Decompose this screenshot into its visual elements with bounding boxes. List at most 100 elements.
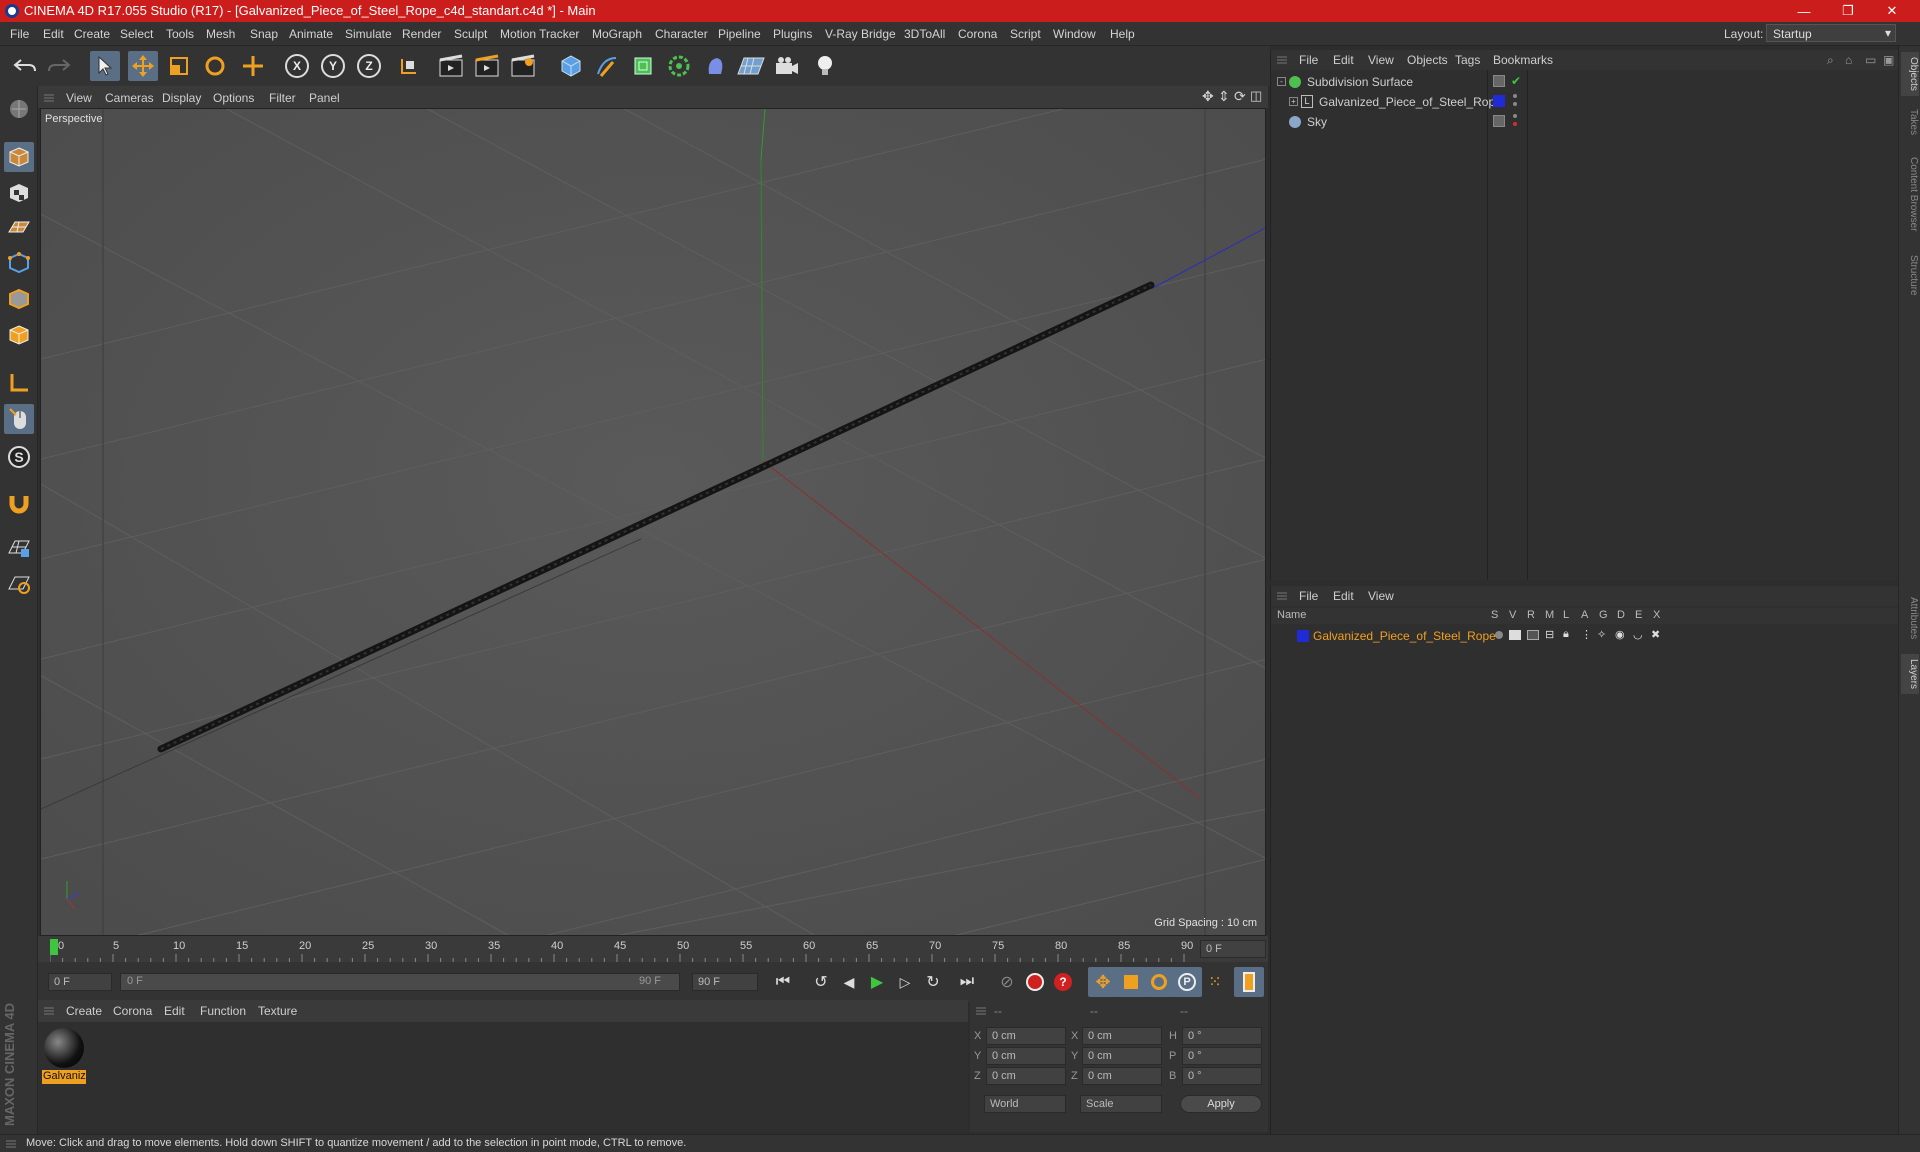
menu-mograph[interactable]: MoGraph <box>592 27 642 41</box>
next-frame-button[interactable]: ▷ <box>890 967 920 997</box>
view-eye-icon[interactable] <box>1509 630 1521 640</box>
rotation-h-field[interactable]: 0 ° <box>1182 1027 1262 1045</box>
new-view-icon[interactable]: ▭ <box>1865 53 1876 67</box>
lm-menu-edit[interactable]: Edit <box>1333 589 1354 603</box>
col-expressions[interactable]: E <box>1635 609 1642 621</box>
menu-character[interactable]: Character <box>655 27 708 41</box>
vp-menu-view[interactable]: View <box>66 91 92 105</box>
menu-file[interactable]: File <box>10 27 29 41</box>
menu-select[interactable]: Select <box>120 27 153 41</box>
om-menu-bookmarks[interactable]: Bookmarks <box>1493 53 1553 67</box>
mat-menu-function[interactable]: Function <box>200 1004 246 1018</box>
menu-create[interactable]: Create <box>74 27 110 41</box>
deformer-icon[interactable]: ◉ <box>1615 628 1625 641</box>
edges-mode-button[interactable] <box>4 284 34 314</box>
render-dot-icon[interactable] <box>1513 102 1517 106</box>
menu-sculpt[interactable]: Sculpt <box>454 27 487 41</box>
add-spline-button[interactable] <box>592 51 622 81</box>
tab-content-browser[interactable]: Content Browser <box>1901 146 1919 242</box>
enabled-check-icon[interactable]: ✔ <box>1511 74 1521 88</box>
visibility-dot-icon[interactable] <box>1513 114 1517 118</box>
animation-icon[interactable]: ⋮ <box>1581 628 1592 641</box>
mat-menu-edit[interactable]: Edit <box>164 1004 185 1018</box>
close-button[interactable]: ✕ <box>1870 0 1914 22</box>
layer-toggle-icon[interactable] <box>1493 75 1505 87</box>
playhead-marker[interactable] <box>50 939 58 955</box>
layer-toggle-icon[interactable] <box>1493 115 1505 127</box>
add-environment-button[interactable] <box>736 51 766 81</box>
key-rotation-button[interactable] <box>1144 967 1174 997</box>
texture-mode-button[interactable] <box>4 178 34 208</box>
menu-motion-tracker[interactable]: Motion Tracker <box>500 27 579 41</box>
menu-window[interactable]: Window <box>1053 27 1096 41</box>
om-menu-tags[interactable]: Tags <box>1455 53 1480 67</box>
layer-color-swatch[interactable] <box>1297 630 1309 642</box>
move-tool-button[interactable] <box>128 51 158 81</box>
size-z-field[interactable]: 0 cm <box>1082 1067 1162 1085</box>
solo-dot-icon[interactable] <box>1495 631 1503 639</box>
menu-mesh[interactable]: Mesh <box>206 27 235 41</box>
expand-toggle-icon[interactable]: + <box>1289 97 1298 106</box>
grid-rotate-button[interactable] <box>4 568 34 598</box>
current-frame-field[interactable]: 0 F <box>1200 940 1266 958</box>
vp-menu-options[interactable]: Options <box>213 91 254 105</box>
menu-script[interactable]: Script <box>1010 27 1041 41</box>
menu-plugins[interactable]: Plugins <box>773 27 812 41</box>
key-position-button[interactable]: ✥ <box>1088 967 1118 997</box>
rotate-tool-button[interactable] <box>200 51 230 81</box>
vp-menu-panel[interactable]: Panel <box>309 91 340 105</box>
snap-button[interactable]: S <box>4 442 34 472</box>
menu-pipeline[interactable]: Pipeline <box>718 27 761 41</box>
render-dot-icon[interactable] <box>1513 122 1517 126</box>
xref-icon[interactable]: ✖ <box>1651 628 1660 641</box>
add-light-button[interactable] <box>810 51 840 81</box>
timeline-window-button[interactable] <box>1234 967 1264 997</box>
key-scale-button[interactable] <box>1116 967 1146 997</box>
vp-menu-cameras[interactable]: Cameras <box>105 91 154 105</box>
tab-takes[interactable]: Takes <box>1901 104 1919 140</box>
coordinate-mode-select[interactable]: World <box>984 1095 1066 1113</box>
position-y-field[interactable]: 0 cm <box>986 1047 1066 1065</box>
collapse-icon[interactable]: ▣ <box>1883 53 1894 67</box>
rotation-p-field[interactable]: 0 ° <box>1182 1047 1262 1065</box>
expression-icon[interactable]: ◡ <box>1633 628 1643 641</box>
coordinate-system-button[interactable] <box>394 51 424 81</box>
key-pla-button[interactable]: ⁙ <box>1200 967 1230 997</box>
vp-move-icon[interactable]: ⇕ <box>1218 88 1230 105</box>
size-y-field[interactable]: 0 cm <box>1082 1047 1162 1065</box>
menu-help[interactable]: Help <box>1110 27 1135 41</box>
render-clapper-icon[interactable] <box>1527 630 1539 640</box>
menu-vray-bridge[interactable]: V-Ray Bridge <box>825 27 896 41</box>
generator-icon[interactable]: ✧ <box>1597 628 1606 641</box>
model-mode-button[interactable] <box>4 142 34 172</box>
vp-pan-icon[interactable]: ✥ <box>1202 88 1214 105</box>
axis-mode-button[interactable] <box>4 368 34 398</box>
menu-3dtoall[interactable]: 3DToAll <box>904 27 945 41</box>
tab-structure[interactable]: Structure <box>1901 246 1919 304</box>
tweak-mode-button[interactable] <box>4 404 34 434</box>
lock-grid-button[interactable] <box>4 532 34 562</box>
render-view-button[interactable] <box>436 51 466 81</box>
magnet-button[interactable] <box>4 488 34 518</box>
col-generators[interactable]: G <box>1599 609 1608 621</box>
axis-z-button[interactable]: Z <box>354 51 384 81</box>
vp-menu-display[interactable]: Display <box>162 91 201 105</box>
vp-menu-filter[interactable]: Filter <box>269 91 296 105</box>
search-icon[interactable]: ⌕ <box>1827 53 1834 68</box>
polygons-mode-button[interactable] <box>4 320 34 350</box>
end-frame-field[interactable]: 90 F <box>692 973 758 991</box>
col-solo[interactable]: S <box>1491 609 1498 621</box>
lm-menu-view[interactable]: View <box>1368 589 1394 603</box>
col-locked[interactable]: L <box>1563 609 1569 621</box>
render-picture-viewer-button[interactable] <box>472 51 502 81</box>
material-swatch[interactable]: Galvaniz <box>42 1026 86 1084</box>
auto-key-button[interactable]: ? <box>1048 967 1078 997</box>
timeline-ruler[interactable]: 0 5 10 15 20 25 30 35 40 45 50 55 60 65 … <box>38 936 1268 962</box>
col-manager[interactable]: M <box>1545 609 1554 621</box>
apply-button[interactable]: Apply <box>1180 1095 1262 1113</box>
layout-select[interactable]: Startup ▾ <box>1766 24 1896 42</box>
col-xref[interactable]: X <box>1653 609 1660 621</box>
col-view[interactable]: V <box>1509 609 1516 621</box>
vp-maximize-icon[interactable]: ◫ <box>1250 88 1262 104</box>
axis-x-button[interactable]: X <box>282 51 312 81</box>
